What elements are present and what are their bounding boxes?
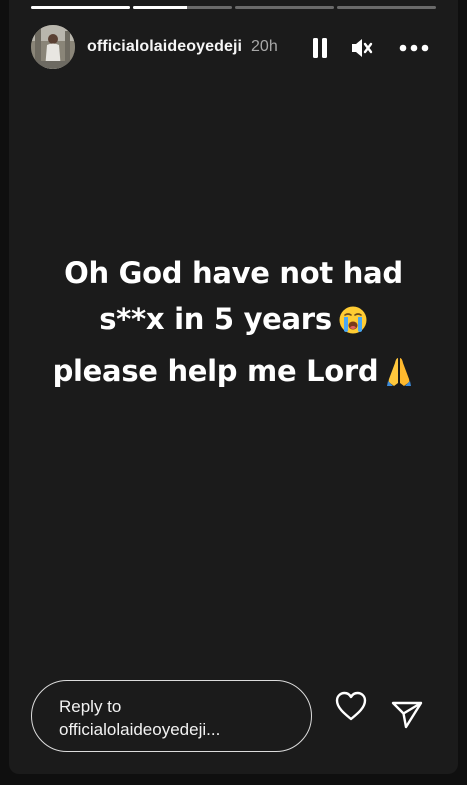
progress-segment — [235, 6, 334, 9]
story-progress — [31, 6, 436, 9]
reply-input[interactable]: Reply to officialolaideoyedeji... — [31, 680, 312, 752]
reply-placeholder-line: Reply to — [59, 697, 122, 716]
story-username[interactable]: officialolaideoyedeji — [87, 38, 242, 56]
send-icon — [391, 701, 423, 729]
story-header: officialolaideoyedeji 20h — [31, 24, 441, 70]
send-button[interactable] — [390, 697, 424, 731]
heart-icon — [335, 691, 367, 721]
progress-segment — [337, 6, 436, 9]
story-time: 20h — [251, 38, 278, 55]
progress-segment — [31, 6, 130, 9]
folded-hands-icon — [384, 354, 414, 400]
story-text: Oh God have not had s**x in 5 years plea… — [9, 250, 458, 400]
progress-segment — [133, 6, 232, 9]
like-button[interactable] — [334, 690, 368, 722]
more-options-button[interactable] — [397, 36, 431, 60]
mute-icon — [352, 39, 373, 57]
mute-button[interactable] — [349, 36, 375, 60]
more-icon — [399, 44, 429, 52]
reply-placeholder-line: officialolaideoyedeji... — [59, 720, 221, 739]
pause-icon — [313, 38, 327, 58]
avatar[interactable] — [31, 25, 75, 69]
story-text-line: s**x in 5 years — [9, 296, 458, 348]
story-text-line: Oh God have not had — [64, 256, 403, 290]
pause-button[interactable] — [309, 36, 331, 60]
story-text-line: please help me Lord — [9, 348, 458, 400]
loudly-crying-face-icon — [338, 302, 368, 348]
progress-fill — [133, 6, 188, 9]
story-viewer: officialolaideoyedeji 20h Oh God have no… — [9, 0, 458, 774]
progress-fill — [31, 6, 130, 9]
